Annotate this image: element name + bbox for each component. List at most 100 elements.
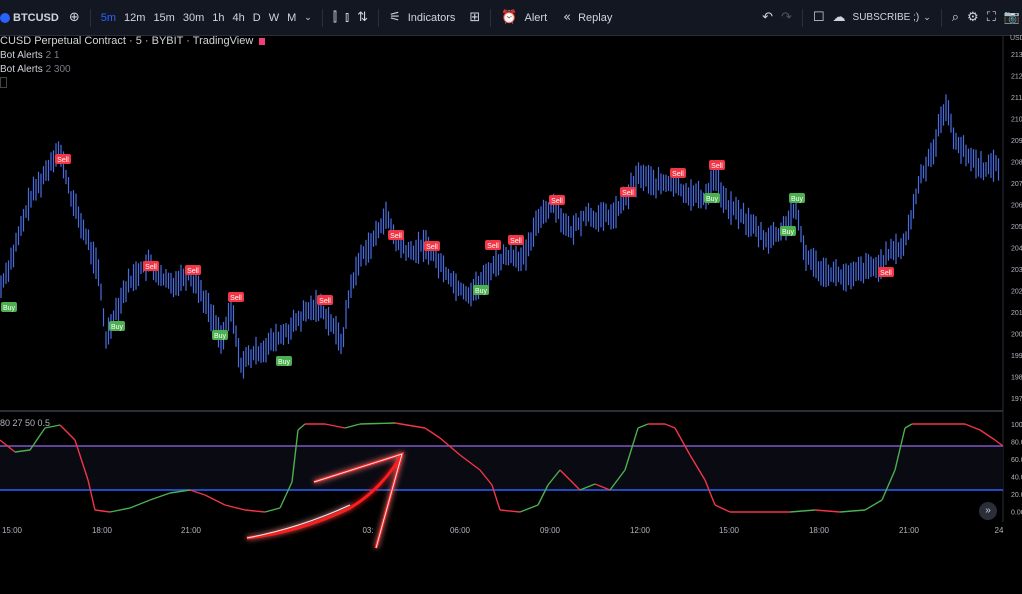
- signal-badge: [143, 261, 159, 271]
- indicator-name: Bot Alerts: [0, 50, 43, 61]
- oscillator-segment: [94, 509, 111, 513]
- chart-style-icon[interactable]: ⇅: [353, 0, 372, 35]
- signal-label: Buy: [111, 324, 124, 331]
- oscillator-segment: [519, 504, 539, 513]
- search-icon[interactable]: ⌕: [948, 0, 963, 35]
- oscillator-segment: [359, 422, 396, 425]
- gear-icon[interactable]: ⚙: [963, 0, 983, 35]
- oscillator-tick-label: 0.00: [1011, 510, 1022, 517]
- divider: [378, 8, 380, 27]
- oscillator-segment: [499, 509, 521, 513]
- oscillator-segment: [189, 489, 206, 496]
- interval-5m[interactable]: 5m: [97, 0, 120, 35]
- oscillator-segment: [394, 422, 426, 429]
- chevron-down-icon[interactable]: ⌄: [300, 0, 316, 35]
- interval-1h[interactable]: 1h: [208, 0, 228, 35]
- price-tick-label: 209: [1011, 138, 1022, 145]
- interval-m[interactable]: M: [283, 0, 300, 35]
- oscillator-segment: [789, 509, 816, 513]
- signal-badge: [789, 193, 805, 203]
- time-tick-label: 15:00: [2, 526, 23, 535]
- signal-badge: [670, 168, 686, 178]
- indicators-button[interactable]: ⚟ Indicators: [385, 0, 455, 35]
- layout-square-icon[interactable]: ☐: [809, 0, 829, 35]
- indicators-icon: ⚟: [389, 10, 401, 25]
- fullscreen-icon[interactable]: ⛶: [983, 0, 1000, 35]
- oscillator-tick-label: 60.00: [1011, 457, 1022, 464]
- candles-type-icon[interactable]: ⫿: [329, 0, 341, 35]
- indicator-legend-2[interactable]: Bot Alerts 2 300: [0, 64, 71, 75]
- oscillator-segment: [714, 504, 731, 513]
- price-tick-label: 200: [1011, 332, 1022, 339]
- chart-canvas: Buy Sell Buy Sell Sell Buy Sell Buy Sell Sell Sell…: [0, 35, 1022, 549]
- price-tick-label: 212: [1011, 74, 1022, 81]
- interval-d[interactable]: D: [249, 0, 265, 35]
- currency-label: USD: [1010, 35, 1022, 42]
- interval-12m[interactable]: 12m: [120, 0, 149, 35]
- oscillator-params: 80 27 50 0.5: [0, 418, 51, 428]
- oscillator-segment: [704, 479, 716, 506]
- oscillator-segment: [109, 507, 131, 513]
- oscillator-segment: [839, 509, 866, 513]
- price-tick-label: 213: [1011, 52, 1022, 59]
- price-tick-label: 205: [1011, 224, 1022, 231]
- indicator-name: Bot Alerts: [0, 64, 43, 75]
- time-tick-label: 21:00: [899, 526, 920, 535]
- interval-30m[interactable]: 30m: [179, 0, 208, 35]
- redo-icon[interactable]: ↷: [777, 0, 796, 35]
- price-axis[interactable]: USD 213 212 211 210 209 208 207 206 205 204 203 202 2…: [1010, 35, 1022, 403]
- legend-collapse-toggle[interactable]: [0, 77, 7, 88]
- flag-icon[interactable]: [259, 37, 266, 45]
- camera-icon[interactable]: 📷: [1000, 0, 1022, 35]
- oscillator-segment: [169, 489, 191, 494]
- interval-4h[interactable]: 4h: [229, 0, 249, 35]
- compare-symbol-icon[interactable]: ⊕: [65, 0, 84, 35]
- oscillator-segment: [579, 483, 596, 491]
- bar-chart-icon[interactable]: ⫾: [341, 0, 353, 35]
- layout-grid-icon[interactable]: ⊞: [465, 0, 484, 35]
- oscillator-segment: [279, 481, 293, 509]
- scroll-to-realtime-button[interactable]: »: [979, 502, 997, 520]
- subscribe-button[interactable]: ☁ SUBSCRIBE ;): [829, 0, 920, 35]
- sell-signal-marker: Sell: [185, 265, 201, 275]
- replay-button[interactable]: « Replay: [559, 0, 612, 35]
- oscillator-segment: [264, 507, 281, 513]
- oscillator-segment: [204, 494, 226, 506]
- oscillator-tick-label: 20.00: [1011, 492, 1022, 499]
- signal-badge: [508, 235, 524, 245]
- time-tick-label: 18:00: [809, 526, 830, 535]
- signal-badge: [780, 226, 796, 236]
- symbol-logo-icon: [0, 12, 10, 23]
- sell-signal-marker: Sell: [485, 240, 501, 250]
- oscillator-segment: [814, 509, 841, 513]
- price-tick-label: 204: [1011, 246, 1022, 253]
- chart-legend-title[interactable]: CUSD Perpetual Contract · 5 · BYBIT · Tr…: [0, 35, 266, 47]
- undo-icon[interactable]: ↶: [758, 0, 777, 35]
- sell-signal-marker: Sell: [878, 267, 894, 277]
- signal-label: Buy: [214, 333, 227, 340]
- oscillator-segment: [87, 479, 96, 511]
- oscillator-segment: [0, 439, 16, 453]
- price-tick-label: 210: [1011, 117, 1022, 124]
- time-tick-label: 24: [995, 526, 1004, 535]
- time-axis[interactable]: 15:00 18:00 21:00 03: 06:00 09:00 12:00 15:00 18…: [2, 526, 1004, 535]
- signal-label: Sell: [880, 270, 892, 277]
- signal-badge: [185, 265, 201, 275]
- oscillator-segment: [149, 492, 171, 501]
- interval-15m[interactable]: 15m: [149, 0, 178, 35]
- symbol-search[interactable]: BTCUSD: [0, 0, 65, 35]
- indicator-legend-1[interactable]: Bot Alerts 2 1: [0, 50, 60, 61]
- oscillator-segment: [59, 424, 76, 441]
- oscillator-segment: [569, 479, 581, 491]
- divider: [801, 8, 803, 27]
- signal-badge: [276, 356, 292, 366]
- oscillator-axis[interactable]: 100.00 80.00 60.00 40.00 20.00 0.00: [1011, 422, 1022, 517]
- chevron-down-icon[interactable]: ⌄: [919, 0, 935, 35]
- buy-signal-marker: Buy: [704, 193, 720, 203]
- price-tick-label: 199: [1011, 353, 1022, 360]
- oscillator-segment: [479, 469, 493, 486]
- sell-signal-marker: Sell: [388, 230, 404, 240]
- interval-w[interactable]: W: [265, 0, 283, 35]
- signal-badge: [473, 285, 489, 295]
- alert-button[interactable]: ⏰ Alert: [497, 0, 547, 35]
